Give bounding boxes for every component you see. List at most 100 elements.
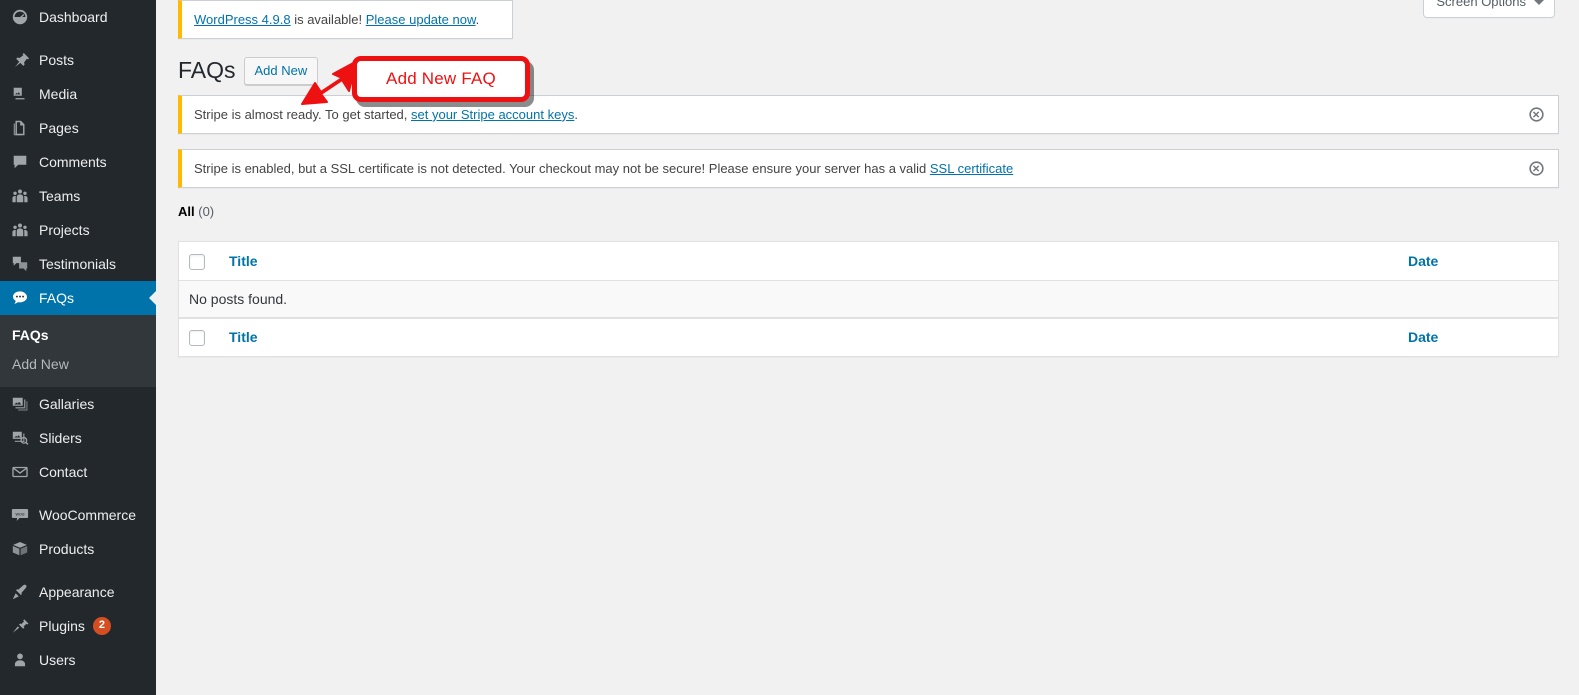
submenu-item-add-new[interactable]: Add New [0,350,156,379]
sidebar-item-comments[interactable]: Comments [0,145,156,179]
column-header-title: Title [219,242,1398,281]
page-title: FAQs [178,57,236,84]
table-foot: Title Date [179,317,1558,356]
wordpress-version-link[interactable]: WordPress 4.9.8 [194,12,291,27]
sidebar-item-label: Pages [39,120,79,136]
notice-text-before: Stripe is almost ready. To get started, [194,106,412,122]
select-all-checkbox-bottom[interactable] [189,329,205,346]
sidebar-item-label: WooCommerce [39,506,136,523]
submenu-item-faqs[interactable]: FAQs [0,321,156,350]
faq-list-table: Title Date No posts found. Title Date [178,241,1559,357]
sidebar-item-label: Products [39,540,95,557]
sidebar-item-label: Comments [39,154,107,170]
sidebar-item-label: Users [39,651,76,668]
wordpress-admin-screen: Dashboard Posts Media Pages Comments Teams Pro… [0,0,1579,695]
status-filter-list: All (0) [178,204,1559,219]
update-nag-trailing: . [475,11,480,27]
filter-all-link[interactable]: All [178,204,195,219]
notice-link[interactable]: set your Stripe account keys [411,107,574,122]
sidebar-item-products[interactable]: Products [0,532,156,566]
screen-options-button[interactable]: Screen Options [1423,0,1555,18]
gallery-icon [10,394,30,414]
sidebar-item-contact[interactable]: Contact [0,455,156,489]
sidebar-submenu-faqs: FAQs Add New [0,315,156,387]
sidebar-item-woocommerce[interactable]: woo WooCommerce [0,498,156,532]
dashboard-icon [10,7,30,27]
sidebar-item-dashboard[interactable]: Dashboard [0,0,156,34]
sort-by-date-link-bottom[interactable]: Date [1408,329,1438,345]
sidebar-item-label: Plugins [39,617,85,634]
no-items-row: No posts found. [179,280,1558,318]
sidebar-item-label: Media [39,86,78,102]
pin-icon [10,50,30,70]
envelope-icon [10,462,30,482]
admin-main-content: Screen Options WordPress 4.9.8 is availa… [156,0,1579,695]
filter-all-count: (0) [198,204,215,220]
faq-bubble-icon [10,288,30,308]
screen-meta-links: Screen Options [1423,0,1555,18]
screen-options-label: Screen Options [1436,0,1526,9]
sidebar-item-plugins[interactable]: Plugins 2 [0,609,156,643]
wordpress-update-notice: WordPress 4.9.8 is available! Please upd… [178,0,513,40]
sidebar-separator [0,566,156,575]
update-nag-middle: is available! [290,11,366,27]
sidebar-item-users[interactable]: Users [0,643,156,677]
sort-by-title-link-top[interactable]: Title [229,253,258,269]
select-all-header [179,242,219,281]
sidebar-item-media[interactable]: Media [0,77,156,111]
table-body: No posts found. [179,280,1558,318]
please-update-now-link[interactable]: Please update now [366,12,476,27]
sidebar-item-faqs[interactable]: FAQs [0,281,156,315]
sidebar-item-teams[interactable]: Teams [0,179,156,213]
pages-icon [10,118,30,138]
sort-by-title-link-bottom[interactable]: Title [229,329,258,345]
select-all-footer [179,317,219,356]
notice-text: Stripe is almost ready. To get started, … [194,105,1546,125]
sidebar-item-testimonials[interactable]: Testimonials [0,247,156,281]
no-items-message: No posts found. [179,280,1558,318]
svg-text:woo: woo [16,512,25,517]
sort-by-date-link-top[interactable]: Date [1408,253,1438,269]
sidebar-item-label: Teams [39,188,81,204]
testimonials-icon [10,254,30,274]
sidebar-item-sliders[interactable]: Sliders [0,421,156,455]
stripe-keys-notice: Stripe is almost ready. To get started, … [178,95,1559,135]
sidebar-item-label: Testimonials [39,256,117,272]
sidebar-item-label: Posts [39,52,75,68]
dismiss-circle-icon[interactable] [1526,159,1546,179]
plugins-update-badge: 2 [92,616,111,635]
sidebar-item-appearance[interactable]: Appearance [0,575,156,609]
select-all-checkbox-top[interactable] [189,253,205,270]
sidebar-item-label: Gallaries [39,395,95,412]
comments-icon [10,152,30,172]
plug-icon [10,616,30,636]
groups-icon [10,220,30,240]
update-nag-text: WordPress 4.9.8 is available! Please upd… [194,10,500,30]
page-wrap: WordPress 4.9.8 is available! Please upd… [156,0,1579,357]
sidebar-item-label: Dashboard [39,9,108,25]
notice-text-after: . [574,106,578,122]
sidebar-item-pages[interactable]: Pages [0,111,156,145]
add-new-button[interactable]: Add New [243,57,319,86]
notice-link[interactable]: SSL certificate [930,161,1013,176]
sidebar-item-label: Contact [39,463,88,480]
notice-text: Stripe is enabled, but a SSL certificate… [194,159,1546,179]
brush-icon [10,582,30,602]
table-footer-row: Title Date [179,317,1558,356]
notice-text-before: Stripe is enabled, but a SSL certificate… [194,160,930,176]
dismiss-circle-icon[interactable] [1526,105,1546,125]
user-icon [10,650,30,670]
sidebar-item-posts[interactable]: Posts [0,43,156,77]
sidebar-item-label: FAQs [39,290,75,306]
sidebar-item-projects[interactable]: Projects [0,213,156,247]
filter-all[interactable]: All (0) [178,204,214,219]
table-header-row: Title Date [179,242,1558,281]
sidebar-separator [0,34,156,43]
notices-list: Stripe is almost ready. To get started, … [178,95,1559,189]
admin-sidebar: Dashboard Posts Media Pages Comments Teams Pro… [0,0,156,695]
column-footer-title: Title [219,317,1398,356]
sidebar-item-gallaries[interactable]: Gallaries [0,387,156,421]
column-header-date: Date [1398,242,1558,281]
sidebar-item-label: Sliders [39,429,82,446]
slider-icon [10,428,30,448]
